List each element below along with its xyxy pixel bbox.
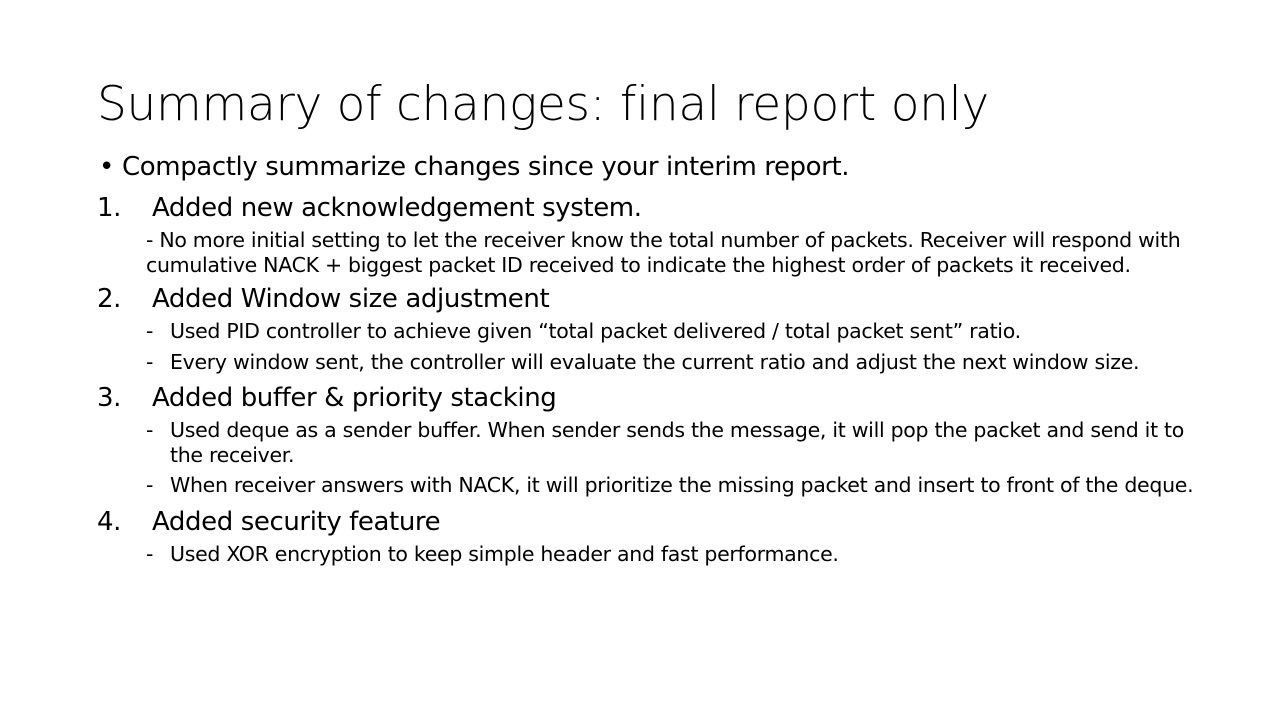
sub-item: - Used deque as a sender buffer. When se… [146, 418, 1210, 467]
section-heading-text: Added Window size adjustment [152, 284, 550, 314]
section-heading-text: Added new acknowledgement system. [152, 193, 642, 223]
section-heading: 1. Added new acknowledgement system. [97, 190, 1217, 226]
sub-list: - Used PID controller to achieve given “… [97, 319, 1217, 374]
sub-item-text: Used XOR encryption to keep simple heade… [170, 541, 839, 566]
sub-item-text: Used deque as a sender buffer. When send… [170, 418, 1185, 467]
section-number: 2. [97, 284, 122, 314]
sub-item-text: Every window sent, the controller will e… [170, 349, 1140, 374]
section-heading: 3. Added buffer & priority stacking [97, 380, 1217, 416]
intro-bullet-text: Compactly summarize changes since your i… [122, 152, 850, 182]
sub-item: - When receiver answers with NACK, it wi… [146, 473, 1210, 498]
section-3: 3. Added buffer & priority stacking - Us… [97, 380, 1217, 498]
dash-marker: - [146, 541, 154, 566]
sub-item-text: Used PID controller to achieve given “to… [170, 319, 1021, 343]
section-heading: 2. Added Window size adjustment [97, 281, 1217, 317]
dash-marker: - [146, 319, 154, 343]
sub-item: - Used PID controller to achieve given “… [146, 319, 1210, 344]
slide-body: • Compactly summarize changes since your… [97, 148, 1217, 572]
section-number: 4. [97, 506, 122, 537]
dash-marker: - [146, 473, 154, 497]
section-2: 2. Added Window size adjustment - Used P… [97, 281, 1217, 374]
sub-item-text: When receiver answers with NACK, it will… [170, 473, 1194, 497]
section-heading-text: Added security feature [152, 506, 441, 537]
section-number: 1. [97, 193, 122, 223]
sub-list: - Used deque as a sender buffer. When se… [97, 418, 1217, 498]
section-heading: 4. Added security feature [97, 504, 1217, 540]
section-heading-text: Added buffer & priority stacking [152, 383, 557, 413]
section-note: - No more initial setting to let the rec… [146, 228, 1181, 277]
sub-item: - Used XOR encryption to keep simple hea… [146, 541, 1210, 567]
sub-item: - Every window sent, the controller will… [146, 349, 1210, 375]
section-1: 1. Added new acknowledgement system. - N… [97, 190, 1217, 277]
dash-marker: - [146, 418, 154, 442]
intro-bullet: • Compactly summarize changes since your… [97, 148, 1217, 186]
slide-title: Summary of changes: final report only [97, 77, 989, 132]
section-4: 4. Added security feature - Used XOR enc… [97, 504, 1217, 567]
section-number: 3. [97, 383, 122, 413]
bullet-marker: • [99, 152, 114, 182]
dash-marker: - [146, 349, 154, 374]
sub-list: - Used XOR encryption to keep simple hea… [97, 542, 1217, 567]
